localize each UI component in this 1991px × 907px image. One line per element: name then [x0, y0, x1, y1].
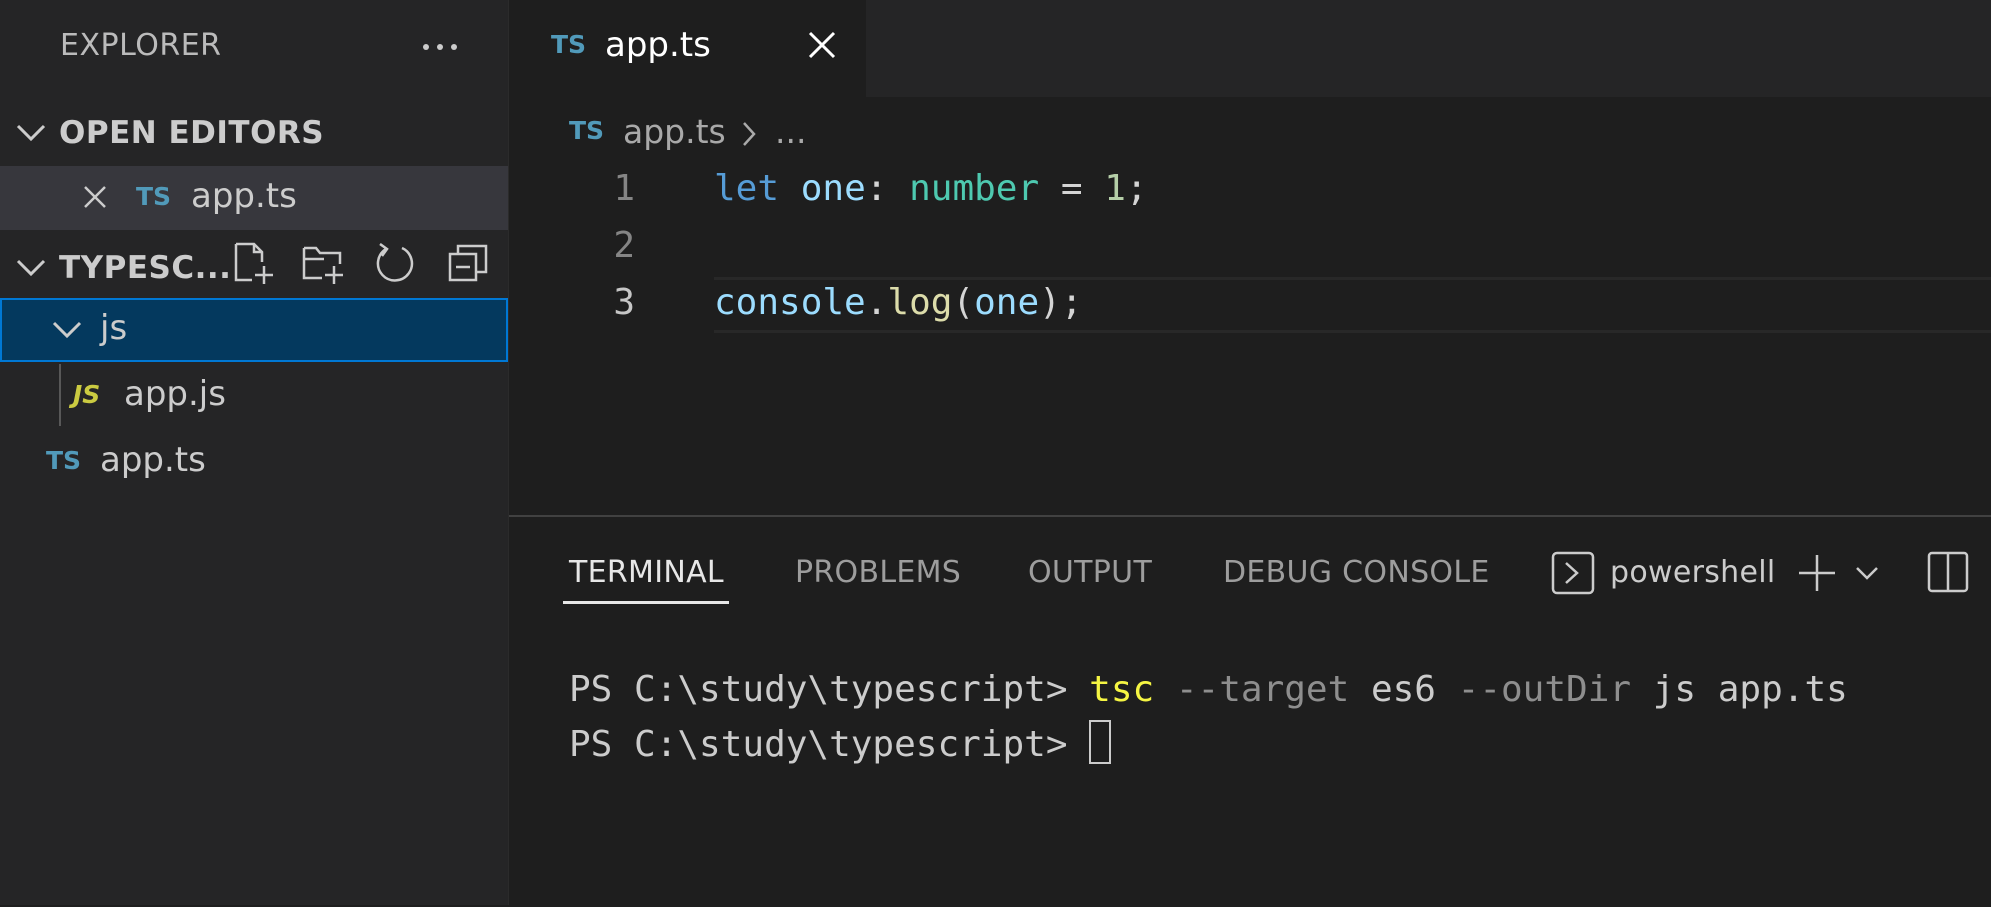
typescript-file-icon: TS: [551, 30, 587, 59]
open-editor-label: app.ts: [191, 176, 297, 216]
tab-label: app.ts: [605, 25, 711, 65]
add-terminal-icon[interactable]: [1797, 553, 1837, 593]
terminal-prompt: PS C:\study\typescript>: [569, 724, 1090, 765]
type-name: number: [909, 168, 1040, 209]
number-literal: 1: [1104, 168, 1126, 209]
chevron-down-icon: [16, 259, 46, 277]
punctuation: (: [952, 282, 975, 323]
terminal-icon: [1551, 551, 1595, 595]
explorer-header: EXPLORER: [0, 0, 508, 92]
line-number: 2: [613, 225, 635, 266]
typescript-file-icon: TS: [136, 182, 172, 211]
bottom-panel: TERMINAL PROBLEMS OUTPUT DEBUG CONSOLE p…: [509, 515, 1991, 907]
new-file-icon[interactable]: [230, 240, 276, 286]
terminal-flag: --target: [1154, 669, 1350, 710]
typescript-file-icon: TS: [569, 116, 605, 145]
breadcrumb-ellipsis[interactable]: ...: [775, 112, 806, 151]
close-icon[interactable]: [82, 184, 108, 210]
terminal-argument: es6: [1349, 669, 1436, 710]
identifier: console: [714, 282, 866, 323]
terminal-prompt: PS C:\study\typescript>: [569, 669, 1090, 710]
terminal-line: PS C:\study\typescript> tsc --target es6…: [569, 669, 1848, 710]
punctuation: :: [865, 168, 910, 209]
punctuation: );: [1039, 282, 1083, 323]
tab-terminal[interactable]: TERMINAL: [569, 555, 724, 590]
tree-item-js-folder[interactable]: js: [0, 298, 508, 362]
terminal-command: tsc: [1089, 669, 1155, 710]
project-folder-title: TYPESC...: [59, 250, 232, 286]
terminal-flag: --outDir: [1435, 669, 1632, 710]
tree-item-app-ts[interactable]: TS app.ts: [0, 430, 508, 494]
code-line: 1 let one: number = 1;: [509, 160, 1991, 217]
typescript-file-icon: TS: [46, 446, 82, 475]
operator: =: [1039, 168, 1105, 209]
code-line: 2: [509, 217, 1991, 274]
refresh-icon[interactable]: [372, 240, 418, 286]
open-editors-title: OPEN EDITORS: [59, 115, 325, 151]
terminal-shell-name[interactable]: powershell: [1610, 555, 1776, 590]
code-line: 3 console.log(one);: [509, 274, 1991, 331]
tab-output[interactable]: OUTPUT: [1028, 555, 1152, 590]
tab-problems[interactable]: PROBLEMS: [795, 555, 961, 590]
line-number: 3: [613, 282, 635, 323]
open-editors-header[interactable]: OPEN EDITORS: [0, 101, 508, 165]
new-folder-icon[interactable]: [300, 240, 346, 286]
open-editor-item[interactable]: TS app.ts: [0, 166, 508, 230]
identifier: one: [974, 282, 1040, 323]
tab-app-ts[interactable]: TS app.ts: [509, 0, 866, 97]
chevron-down-icon: [52, 321, 82, 339]
tree-item-label: app.ts: [100, 440, 206, 480]
explorer-sidebar: EXPLORER OPEN EDITORS TS app.ts TYPESC..…: [0, 0, 509, 905]
chevron-right-icon: [743, 122, 756, 146]
more-actions-icon[interactable]: [418, 32, 462, 62]
tree-item-label: js: [100, 308, 128, 348]
identifier: one: [800, 168, 866, 209]
line-number: 1: [613, 168, 635, 209]
tree-item-app-js[interactable]: JS app.js: [0, 364, 508, 428]
code-editor[interactable]: 1 let one: number = 1; 2 3 console.log(o…: [509, 160, 1991, 514]
punctuation: .: [865, 282, 888, 323]
keyword: let: [714, 168, 780, 209]
chevron-down-icon[interactable]: [1855, 565, 1879, 581]
tab-debug-console[interactable]: DEBUG CONSOLE: [1223, 555, 1490, 590]
javascript-file-icon: JS: [73, 380, 101, 409]
punctuation: ;: [1125, 168, 1148, 209]
function-name: log: [887, 282, 953, 323]
terminal-cursor: [1089, 720, 1112, 764]
split-terminal-icon[interactable]: [1927, 551, 1969, 593]
editor-tab-bar: TS app.ts: [509, 0, 1991, 97]
terminal-line[interactable]: PS C:\study\typescript>: [569, 720, 1112, 765]
active-tab-indicator: [563, 601, 729, 604]
tree-item-label: app.js: [124, 374, 226, 414]
explorer-title: EXPLORER: [60, 28, 222, 63]
breadcrumb-file[interactable]: app.ts: [623, 112, 726, 151]
close-icon[interactable]: [807, 30, 837, 60]
chevron-down-icon: [16, 124, 46, 142]
terminal-argument: js app.ts: [1631, 669, 1848, 710]
collapse-all-icon[interactable]: [446, 240, 492, 286]
